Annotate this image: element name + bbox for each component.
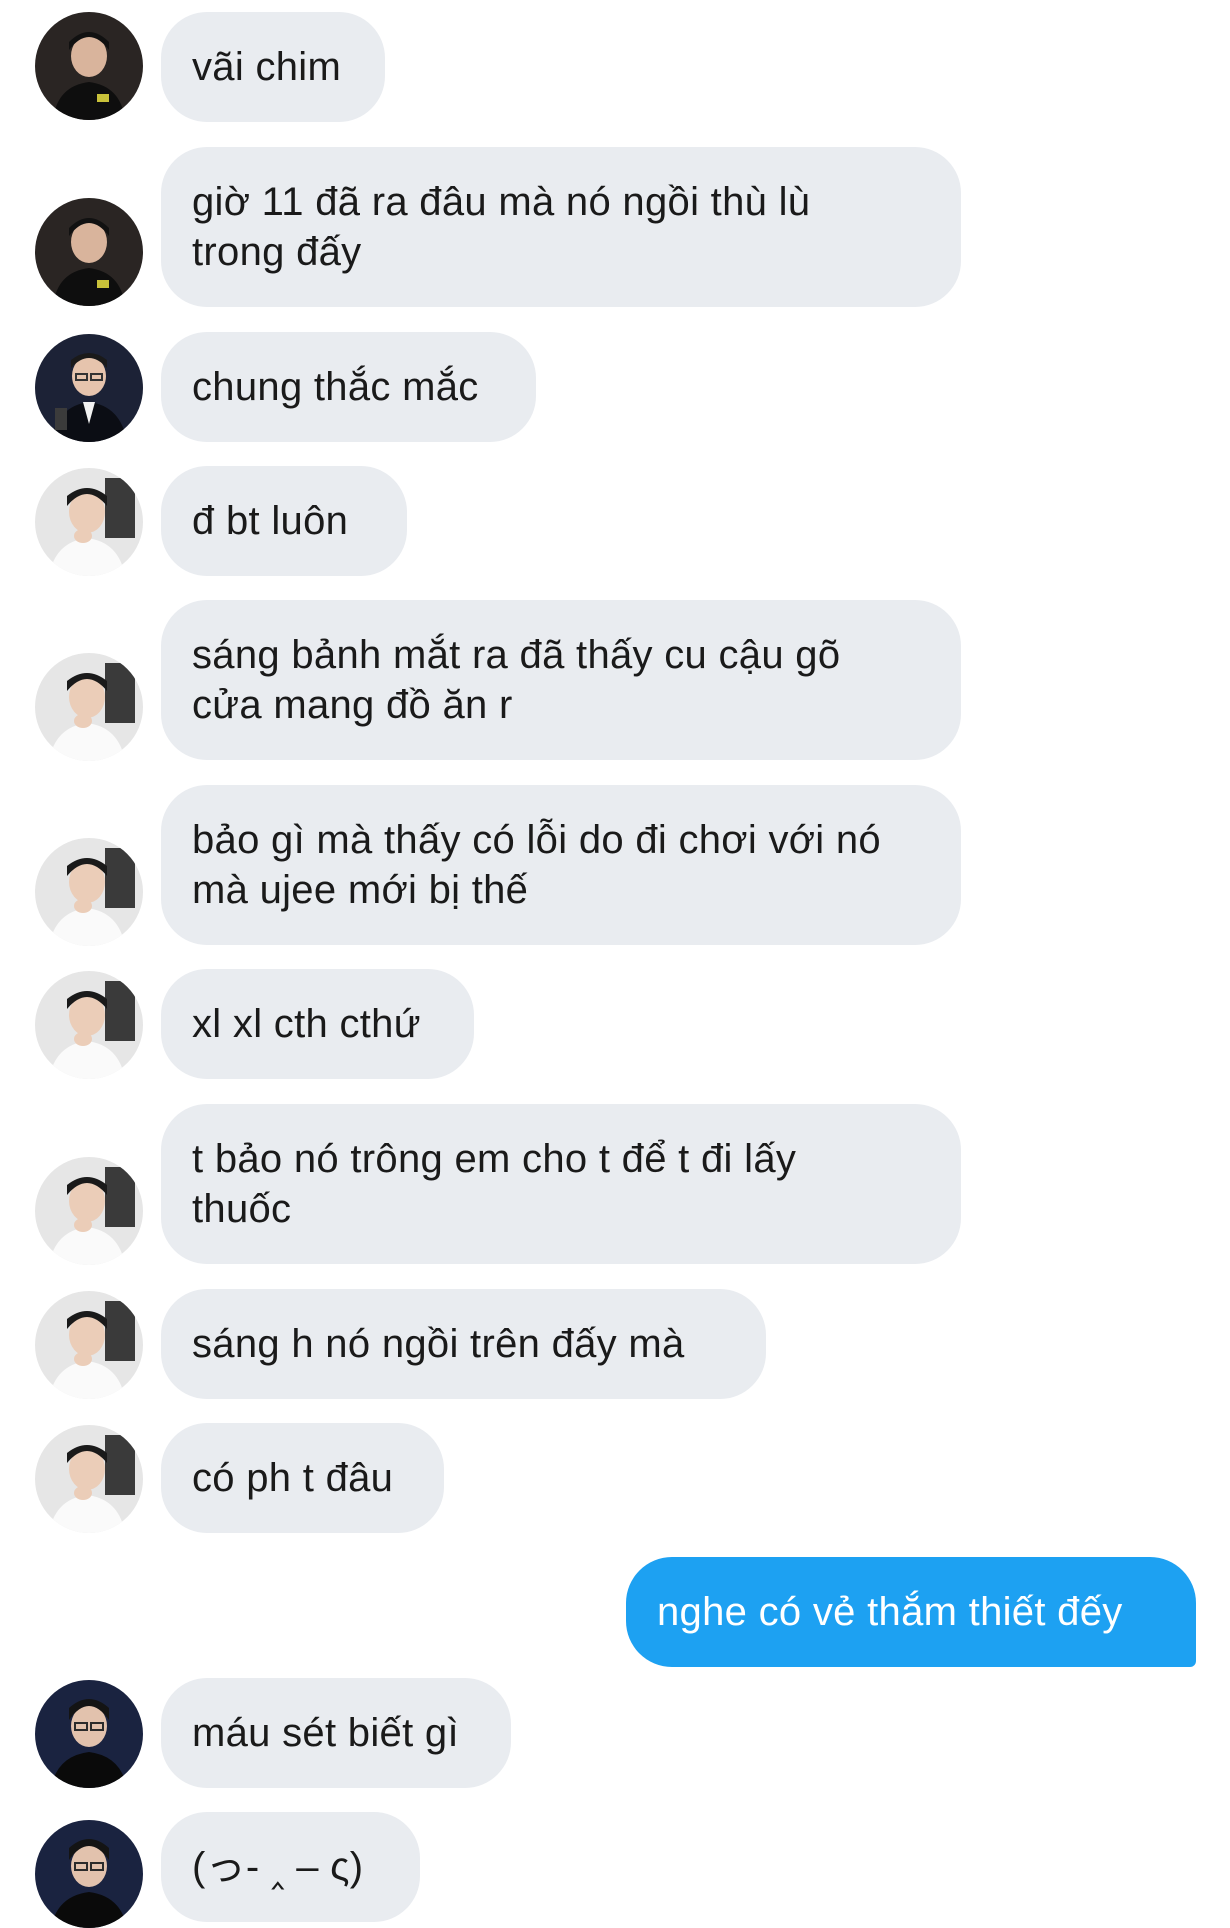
message-text: bảo gì mà thấy có lỗi do đi chơi với nó … [192, 818, 881, 912]
avatar-white-shirt[interactable] [35, 1291, 143, 1399]
message-text: đ bt luôn [192, 499, 349, 543]
avatar-white-shirt[interactable] [35, 653, 143, 761]
avatar-navy-glasses[interactable] [35, 1680, 143, 1788]
message-text: nghe có vẻ thắm thiết đếy [657, 1590, 1123, 1634]
message-row: vãi chim [0, 12, 1230, 122]
avatar-white-shirt[interactable] [35, 971, 143, 1079]
message-text: chung thắc mắc [192, 365, 479, 409]
message-bubble[interactable]: có ph t đâu [161, 1423, 444, 1533]
message-bubble[interactable]: sáng bảnh mắt ra đã thấy cu cậu gõ cửa m… [161, 600, 961, 760]
avatar-white-shirt[interactable] [35, 468, 143, 576]
message-bubble[interactable]: xl xl cth cthứ [161, 969, 474, 1079]
avatar-dark-jacket[interactable] [35, 198, 143, 306]
message-row: sáng bảnh mắt ra đã thấy cu cậu gõ cửa m… [0, 600, 1230, 761]
avatar-white-shirt[interactable] [35, 1425, 143, 1533]
message-row: chung thắc mắc [0, 332, 1230, 442]
message-text: xl xl cth cthứ [192, 1002, 421, 1046]
message-row: máu sét biết gì [0, 1678, 1230, 1788]
message-bubble[interactable]: sáng h nó ngồi trên đấy mà [161, 1289, 766, 1399]
message-bubble[interactable]: chung thắc mắc [161, 332, 536, 442]
message-row: t bảo nó trông em cho t để t đi lấy thuố… [0, 1104, 1230, 1265]
message-text: máu sét biết gì [192, 1711, 459, 1755]
message-text: có ph t đâu [192, 1456, 394, 1500]
avatar-white-shirt[interactable] [35, 838, 143, 946]
message-text: t bảo nó trông em cho t để t đi lấy thuố… [192, 1137, 797, 1231]
message-row: đ bt luôn [0, 466, 1230, 576]
message-row: có ph t đâu [0, 1423, 1230, 1533]
message-bubble[interactable]: (っ- ‸ – ς) [161, 1812, 420, 1922]
avatar-white-shirt[interactable] [35, 1157, 143, 1265]
message-text: giờ 11 đã ra đâu mà nó ngồi thù lù trong… [192, 180, 811, 274]
message-row: (っ- ‸ – ς) [0, 1812, 1230, 1928]
message-text: sáng h nó ngồi trên đấy mà [192, 1322, 685, 1366]
avatar-dark-jacket[interactable] [35, 12, 143, 120]
message-bubble[interactable]: t bảo nó trông em cho t để t đi lấy thuố… [161, 1104, 961, 1264]
message-row: nghe có vẻ thắm thiết đếy [0, 1557, 1230, 1667]
message-row: sáng h nó ngồi trên đấy mà [0, 1289, 1230, 1399]
avatar-navy-glasses[interactable] [35, 1820, 143, 1928]
message-text: sáng bảnh mắt ra đã thấy cu cậu gõ cửa m… [192, 633, 841, 727]
avatar-suit-glasses[interactable] [35, 334, 143, 442]
message-bubble[interactable]: giờ 11 đã ra đâu mà nó ngồi thù lù trong… [161, 147, 961, 307]
message-bubble[interactable]: vãi chim [161, 12, 385, 122]
message-bubble[interactable]: đ bt luôn [161, 466, 407, 576]
message-text: vãi chim [192, 45, 342, 89]
message-row: giờ 11 đã ra đâu mà nó ngồi thù lù trong… [0, 147, 1230, 307]
message-text: (っ- ‸ – ς) [192, 1845, 364, 1889]
message-bubble[interactable]: máu sét biết gì [161, 1678, 511, 1788]
message-row: bảo gì mà thấy có lỗi do đi chơi với nó … [0, 785, 1230, 946]
outgoing-message-bubble[interactable]: nghe có vẻ thắm thiết đếy [626, 1557, 1196, 1667]
message-row: xl xl cth cthứ [0, 969, 1230, 1079]
message-bubble[interactable]: bảo gì mà thấy có lỗi do đi chơi với nó … [161, 785, 961, 945]
